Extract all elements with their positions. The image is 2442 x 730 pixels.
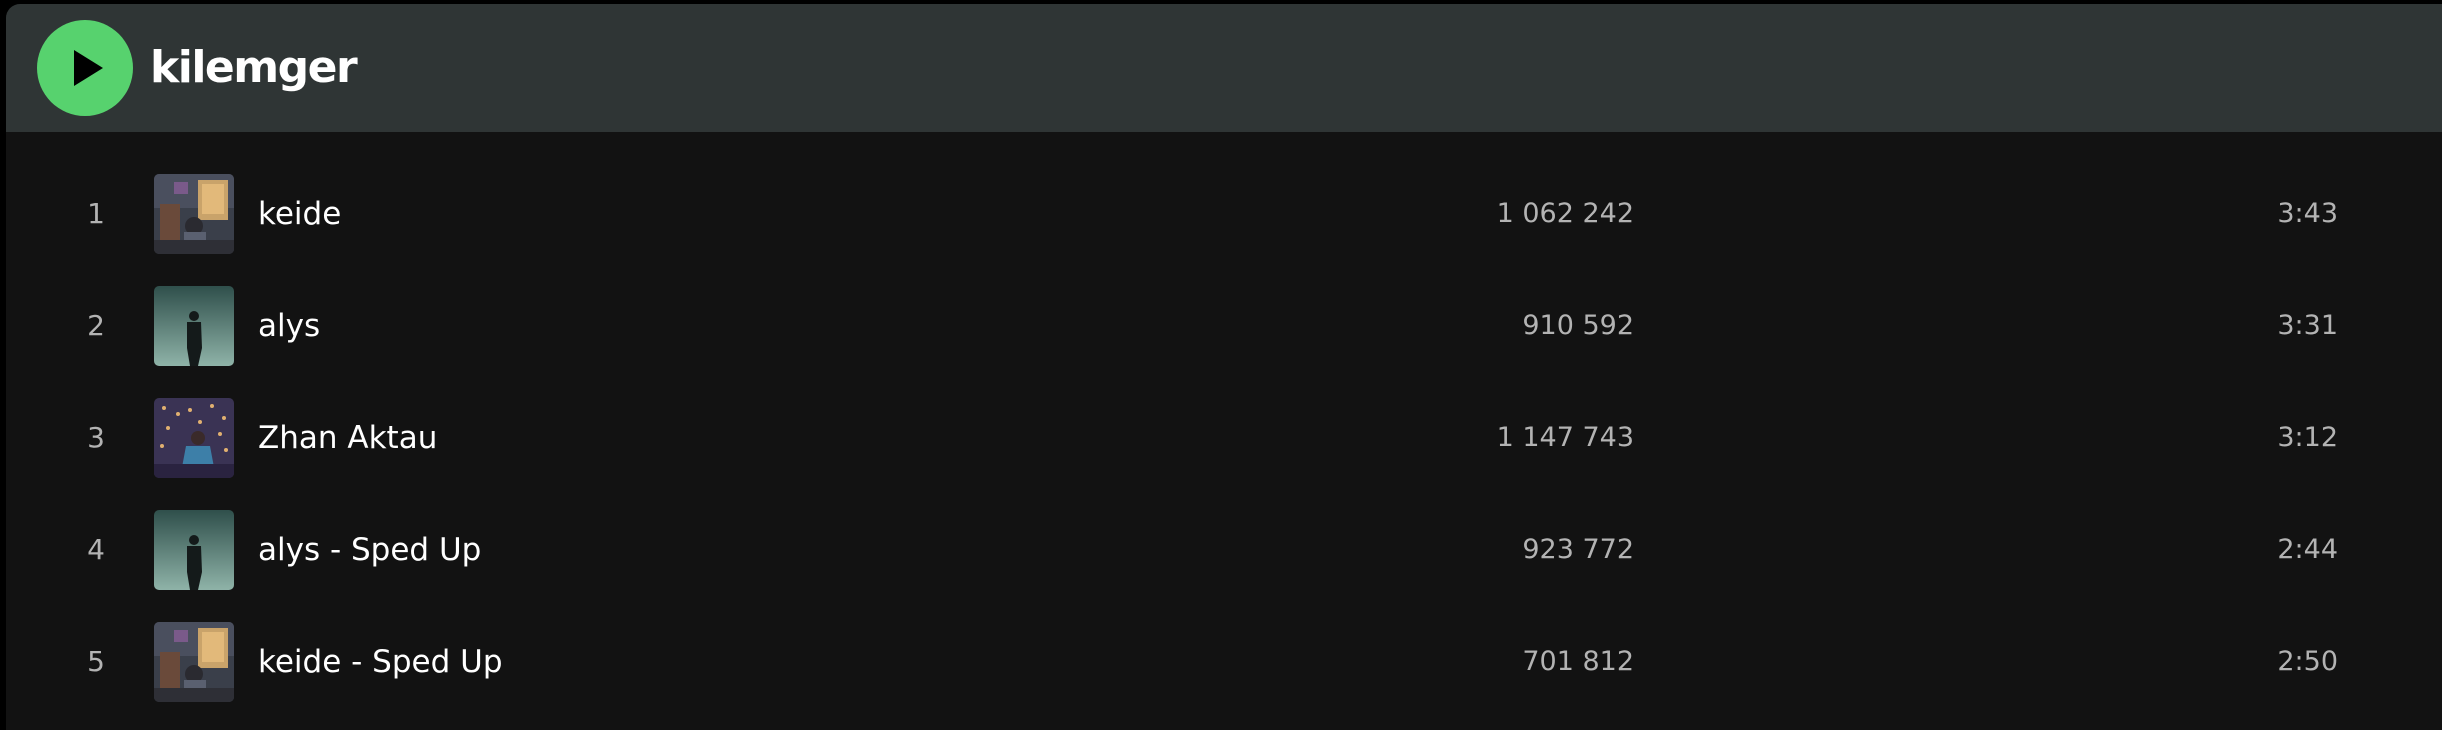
track-duration: 2:44 bbox=[2277, 534, 2338, 565]
track-duration: 3:12 bbox=[2277, 422, 2338, 453]
track-duration: 2:50 bbox=[2277, 646, 2338, 677]
track-row[interactable]: 3 Zhan Aktau 1 147 743 3:12 bbox=[6, 382, 2442, 494]
artist-name: kilemger bbox=[150, 42, 358, 93]
artist-header: kilemger bbox=[6, 4, 2442, 132]
album-cover-keide bbox=[154, 174, 234, 254]
play-count: 910 592 bbox=[1522, 310, 1634, 341]
play-icon bbox=[74, 50, 103, 86]
track-title[interactable]: keide - Sped Up bbox=[258, 606, 503, 718]
play-count: 1 147 743 bbox=[1496, 422, 1634, 453]
track-title[interactable]: alys - Sped Up bbox=[258, 494, 481, 606]
album-cover-alys bbox=[154, 510, 234, 590]
track-title[interactable]: Zhan Aktau bbox=[258, 382, 437, 494]
play-count: 923 772 bbox=[1522, 534, 1634, 565]
track-number: 2 bbox=[87, 309, 105, 342]
track-number: 4 bbox=[87, 533, 105, 566]
track-row[interactable]: 4 alys - Sped Up 923 772 2:44 bbox=[6, 494, 2442, 606]
track-number: 5 bbox=[87, 645, 105, 678]
track-row[interactable]: 5 keide - Sped Up 701 812 2:50 bbox=[6, 606, 2442, 718]
play-count: 1 062 242 bbox=[1496, 198, 1634, 229]
album-cover-keide bbox=[154, 622, 234, 702]
track-title[interactable]: keide bbox=[258, 158, 341, 270]
album-cover-alys bbox=[154, 286, 234, 366]
artist-popular-tracks-panel: kilemger 1 keide 1 062 242 3:43 2 alys 9… bbox=[6, 4, 2442, 730]
play-count: 701 812 bbox=[1522, 646, 1634, 677]
track-number: 1 bbox=[87, 197, 105, 230]
track-duration: 3:31 bbox=[2277, 310, 2338, 341]
play-button[interactable] bbox=[37, 20, 133, 116]
track-row[interactable]: 1 keide 1 062 242 3:43 bbox=[6, 158, 2442, 270]
track-number: 3 bbox=[87, 421, 105, 454]
track-title[interactable]: alys bbox=[258, 270, 320, 382]
track-duration: 3:43 bbox=[2277, 198, 2338, 229]
album-cover-zhan-aktau bbox=[154, 398, 234, 478]
track-row[interactable]: 2 alys 910 592 3:31 bbox=[6, 270, 2442, 382]
